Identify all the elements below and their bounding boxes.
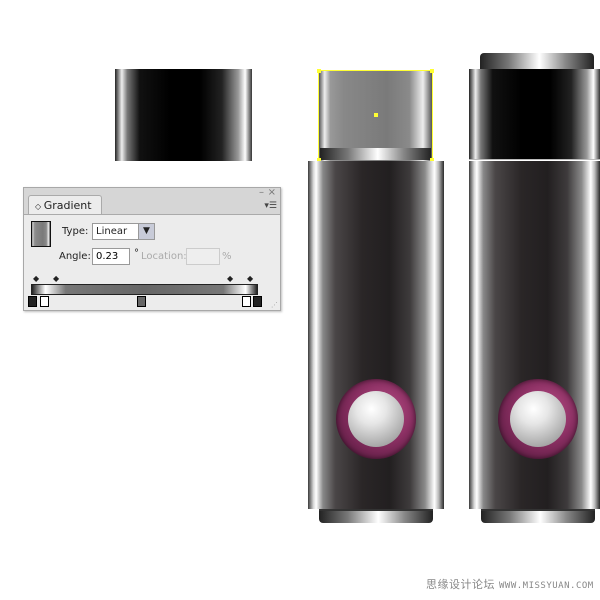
midpoint-diamond[interactable]: ◆	[247, 274, 253, 283]
watermark: 思缘设计论坛 WWW.MISSYUAN.COM	[426, 576, 594, 592]
tab-gradient[interactable]: ◇ Gradient ×	[28, 195, 102, 225]
usb2-button	[510, 391, 566, 447]
resize-grip-icon[interactable]: ⋰	[271, 301, 278, 309]
selection-handle[interactable]	[430, 69, 434, 73]
degree-symbol: °	[134, 248, 139, 259]
type-value: Linear	[96, 226, 128, 237]
location-input[interactable]	[186, 248, 220, 265]
color-stop[interactable]	[242, 296, 251, 307]
gradient-swatch[interactable]	[31, 221, 51, 247]
gradient-panel: ◇ Gradient × – × ▾☰ Type: Linear ▼ Angle…	[23, 187, 281, 311]
usb2-bottom-connector	[481, 509, 595, 523]
usb1-bottom-connector	[319, 509, 433, 523]
panel-body: Type: Linear ▼ Angle: ° Location: % ◆ ◆ …	[24, 214, 280, 310]
selection-handle[interactable]	[317, 69, 321, 73]
type-select[interactable]: Linear ▼	[92, 223, 155, 240]
close-icon[interactable]: ×	[268, 187, 276, 198]
midpoint-diamond[interactable]: ◆	[33, 274, 39, 283]
usb1-cap-band	[320, 148, 431, 160]
color-stop[interactable]	[28, 296, 37, 307]
panel-menu-icon[interactable]: ▾☰	[264, 201, 277, 211]
tab-label: Gradient	[43, 199, 92, 212]
watermark-chinese: 思缘设计论坛	[426, 578, 495, 591]
type-label: Type:	[62, 226, 89, 237]
percent-symbol: %	[222, 251, 232, 262]
color-stop[interactable]	[137, 296, 146, 307]
midpoint-diamond[interactable]: ◆	[227, 274, 233, 283]
usb2-cap-top	[480, 53, 594, 69]
tab-arrows-icon: ◇	[35, 202, 44, 211]
angle-label: Angle:	[59, 251, 91, 262]
minimize-icon[interactable]: –	[259, 187, 264, 198]
location-label: Location:	[141, 251, 187, 262]
angle-input[interactable]	[92, 248, 130, 265]
color-stop[interactable]	[253, 296, 262, 307]
color-stop[interactable]	[40, 296, 49, 307]
usb2-cap	[469, 69, 600, 160]
gradient-slider-bar[interactable]	[31, 284, 258, 295]
selection-center-point	[374, 113, 378, 117]
midpoint-diamond[interactable]: ◆	[53, 274, 59, 283]
watermark-url: WWW.MISSYUAN.COM	[499, 581, 594, 591]
chevron-down-icon[interactable]: ▼	[138, 224, 154, 239]
usb1-button	[348, 391, 404, 447]
gradient-sample-rectangle	[115, 69, 252, 161]
